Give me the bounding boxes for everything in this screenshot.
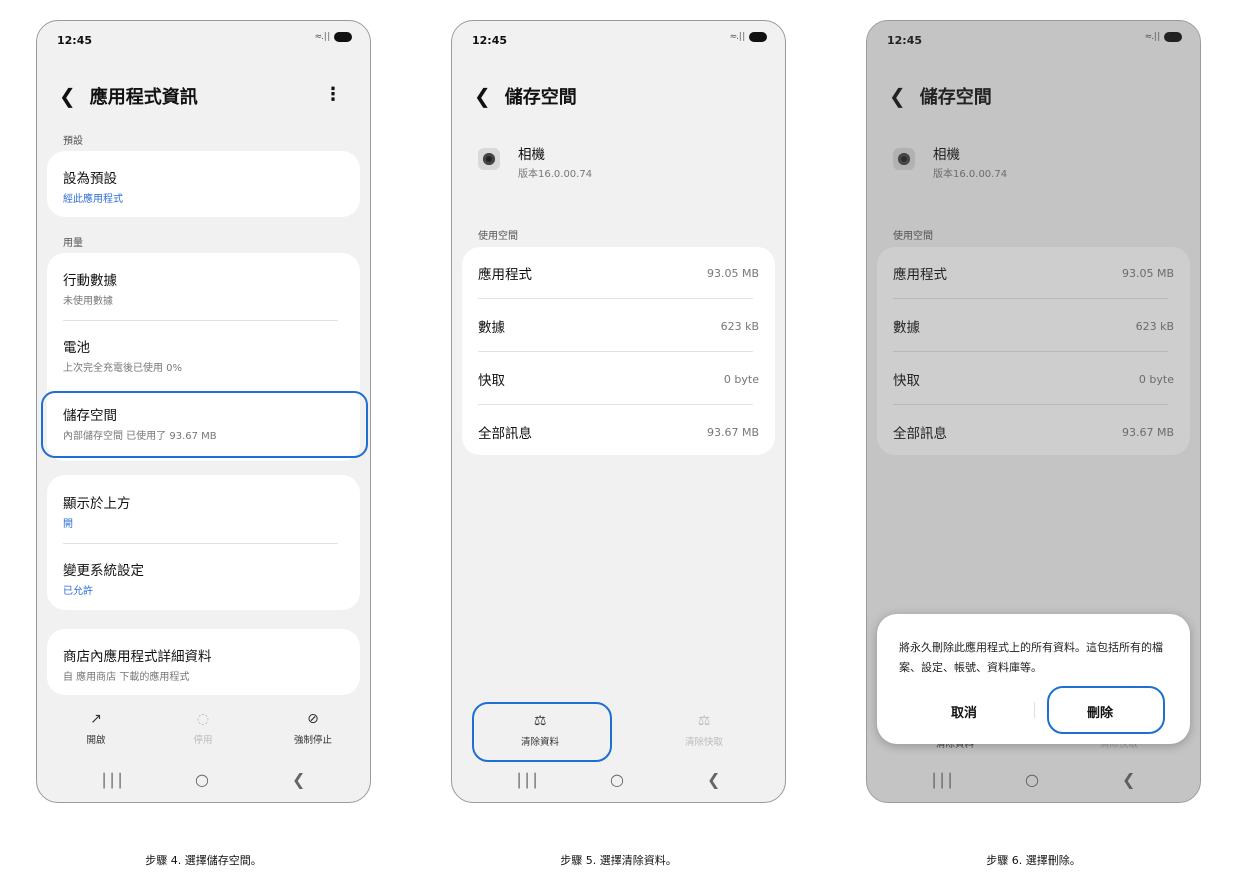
item-sub: 上次完全充電後已使用 0% xyxy=(63,363,183,374)
card-store: 商店內應用程式詳細資料 自 應用商店 下載的應用程式 xyxy=(47,629,360,695)
force-stop-button[interactable]: ⊘ 強制停止 xyxy=(273,709,353,746)
status-time: 12:45 xyxy=(472,34,508,47)
row-value: 93.67 MB xyxy=(706,425,759,439)
divider xyxy=(478,351,753,352)
recents-icon[interactable]: ∣∣∣ xyxy=(100,770,124,789)
nav-bar: ∣∣∣ ○ ❮ xyxy=(37,770,370,790)
home-icon[interactable]: ○ xyxy=(610,770,624,789)
battery-item[interactable]: 電池 上次完全充電後已使用 0% xyxy=(63,336,344,374)
card-permissions: 顯示於上方 開 變更系統設定 已允許 xyxy=(47,475,360,610)
button-label: 停用 xyxy=(193,735,213,746)
item-title: 行動數據 xyxy=(63,273,117,289)
row-label: 數據 xyxy=(478,320,505,336)
dialog-message: 將永久刪除此應用程式上的所有資料。這包括所有的檔案、設定、帳號、資料庫等。 xyxy=(899,641,1163,674)
disable-button[interactable]: ◌ 停用 xyxy=(163,709,243,746)
phone-storage: 12:45 ≈.∣∣ ❮ 儲存空間 相機 版本16.0.00.74 使用空間 應… xyxy=(451,20,786,803)
status-icons: ≈.∣∣ xyxy=(315,32,352,42)
item-sub: 自 應用商店 下載的應用程式 xyxy=(63,672,190,683)
caption-step4: 步驟 4. 選擇儲存空間。 xyxy=(145,854,262,867)
disable-icon: ◌ xyxy=(196,711,210,727)
clear-cache-button[interactable]: ⚖ 清除快取 xyxy=(664,711,744,748)
nav-bar: ∣∣∣ ○ ❮ xyxy=(452,770,785,790)
row-label: 應用程式 xyxy=(478,267,532,283)
item-sub: 已允許 xyxy=(63,586,93,597)
page-title: 儲存空間 xyxy=(504,87,577,108)
row-value: 623 kB xyxy=(720,319,759,333)
storage-row: 應用程式 93.05 MB xyxy=(478,263,759,284)
caption-step6: 步驟 6. 選擇刪除。 xyxy=(986,854,1081,867)
row-label: 全部訊息 xyxy=(478,426,532,442)
back-nav-icon[interactable]: ❮ xyxy=(707,770,720,789)
divider xyxy=(478,404,753,405)
open-button[interactable]: ↗ 開啟 xyxy=(56,709,136,746)
back-icon[interactable]: ❮ xyxy=(59,84,76,108)
camera-app-icon xyxy=(478,148,500,170)
open-external-icon: ↗ xyxy=(90,711,102,727)
more-options-icon[interactable]: ⋮ xyxy=(324,84,342,105)
item-title: 設為預設 xyxy=(63,171,117,187)
status-time: 12:45 xyxy=(57,34,93,47)
set-default-item[interactable]: 設為預設 經此應用程式 xyxy=(63,167,344,205)
recents-icon[interactable]: ∣∣∣ xyxy=(515,770,539,789)
divider xyxy=(478,298,753,299)
caption-step5: 步驟 5. 選擇清除資料。 xyxy=(560,854,677,867)
section-label-used: 使用空間 xyxy=(478,231,518,242)
item-title: 電池 xyxy=(63,340,90,356)
display-over-item[interactable]: 顯示於上方 開 xyxy=(63,492,344,530)
button-separator xyxy=(1034,702,1035,718)
card-storage-usage: 應用程式 93.05 MB 數據 623 kB 快取 0 byte 全部訊息 9… xyxy=(462,247,775,455)
battery-icon xyxy=(749,32,767,42)
page-title: 應用程式資訊 xyxy=(89,87,198,108)
phone-app-info: 12:45 ≈.∣∣ ❮ 應用程式資訊 ⋮ 預設 設為預設 經此應用程式 用量 … xyxy=(36,20,371,803)
card-defaults: 設為預設 經此應用程式 xyxy=(47,151,360,217)
back-icon[interactable]: ❮ xyxy=(474,84,491,108)
force-stop-icon: ⊘ xyxy=(307,711,319,727)
app-version: 版本16.0.00.74 xyxy=(518,169,593,180)
button-label: 清除快取 xyxy=(684,737,723,748)
divider xyxy=(63,543,338,544)
highlight-clear-data xyxy=(472,702,612,762)
item-sub: 未使用數據 xyxy=(63,296,113,307)
storage-row: 快取 0 byte xyxy=(478,369,759,390)
divider xyxy=(63,320,338,321)
clear-cache-icon: ⚖ xyxy=(697,713,711,729)
item-title: 變更系統設定 xyxy=(63,563,144,579)
row-value: 0 byte xyxy=(723,372,759,386)
header: ❮ 儲存空間 xyxy=(474,83,577,109)
item-title: 商店內應用程式詳細資料 xyxy=(63,649,212,665)
item-sub: 經此應用程式 xyxy=(63,194,123,205)
item-title: 顯示於上方 xyxy=(63,496,131,512)
row-value: 93.05 MB xyxy=(706,266,759,280)
button-label: 強制停止 xyxy=(293,735,332,746)
signal-icon: ≈.∣∣ xyxy=(314,32,331,42)
item-sub: 開 xyxy=(63,519,73,530)
app-header: 相機 版本16.0.00.74 xyxy=(478,143,592,180)
highlight-delete xyxy=(1047,686,1165,734)
highlight-storage xyxy=(41,391,368,458)
app-name: 相機 xyxy=(518,147,545,163)
storage-row: 全部訊息 93.67 MB xyxy=(478,422,759,443)
status-icons: ≈.∣∣ xyxy=(730,32,767,42)
delete-confirm-dialog: 將永久刪除此應用程式上的所有資料。這包括所有的檔案、設定、帳號、資料庫等。 取消… xyxy=(877,614,1190,744)
back-nav-icon[interactable]: ❮ xyxy=(292,770,305,789)
storage-row: 數據 623 kB xyxy=(478,316,759,337)
change-settings-item[interactable]: 變更系統設定 已允許 xyxy=(63,559,344,597)
phone-delete-dialog: 12:45 ≈.∣∣ ❮ 儲存空間 相機 版本16.0.00.74 使用空間 應… xyxy=(866,20,1201,803)
row-label: 快取 xyxy=(478,373,505,389)
section-label-defaults: 預設 xyxy=(63,136,83,147)
signal-icon: ≈.∣∣ xyxy=(729,32,746,42)
button-label: 開啟 xyxy=(86,735,106,746)
home-icon[interactable]: ○ xyxy=(195,770,209,789)
store-details-item[interactable]: 商店內應用程式詳細資料 自 應用商店 下載的應用程式 xyxy=(63,645,344,683)
mobile-data-item[interactable]: 行動數據 未使用數據 xyxy=(63,269,344,307)
battery-icon xyxy=(334,32,352,42)
cancel-button[interactable]: 取消 xyxy=(951,702,977,721)
section-label-usage: 用量 xyxy=(63,238,83,249)
header: ❮ 應用程式資訊 xyxy=(59,83,198,109)
